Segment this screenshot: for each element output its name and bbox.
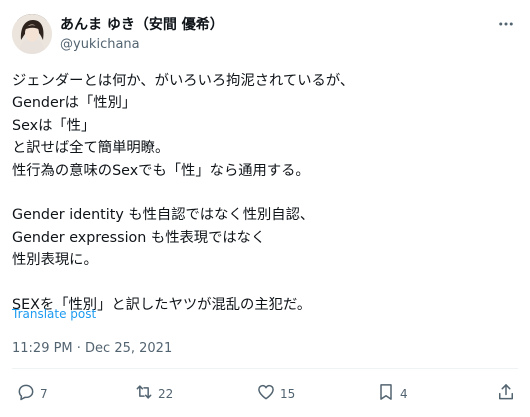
tweet-line: Genderは「性別」: [12, 95, 137, 112]
repost-count: 22: [158, 387, 174, 401]
tweet-line: ジェンダーとは何か、がいろいろ拘泥されているが、: [12, 73, 355, 89]
repost-icon: [134, 382, 154, 406]
reply-icon: [16, 382, 36, 406]
like-button[interactable]: 15: [256, 380, 295, 408]
share-button[interactable]: [496, 380, 516, 408]
tweet-line: 性別表現に。: [12, 252, 98, 269]
avatar[interactable]: [12, 14, 52, 54]
heart-icon: [256, 382, 276, 406]
tweet-line: Sexは「性」: [12, 117, 96, 134]
tweet-header: あんま ゆき（安間 優希） @yukichana: [12, 14, 518, 58]
like-count: 15: [280, 387, 296, 401]
translate-post-link[interactable]: Translate post: [12, 306, 96, 322]
tweet-text: ジェンダーとは何か、がいろいろ拘泥されているが、 Genderは「性別」 Sex…: [12, 70, 518, 316]
action-bar: 7 22 15 4: [12, 380, 518, 408]
user-handle[interactable]: @yukichana: [60, 36, 140, 54]
divider: [12, 368, 518, 369]
tweet-timestamp[interactable]: 11:29 PM · Dec 25, 2021: [12, 340, 172, 358]
tweet-line: Gender expression も性表現ではなく: [12, 229, 266, 246]
bookmark-button[interactable]: 4: [376, 380, 408, 408]
bookmark-count: 4: [400, 387, 408, 401]
bookmark-icon: [376, 382, 396, 406]
more-button[interactable]: [494, 14, 518, 38]
tweet-line: 性行為の意味のSexでも「性」なら通用する。: [12, 162, 310, 179]
reply-button[interactable]: 7: [16, 380, 48, 408]
repost-button[interactable]: 22: [134, 380, 173, 408]
display-name[interactable]: あんま ゆき（安間 優希）: [60, 16, 224, 34]
tweet-line: と訳せば全て簡単明瞭。: [12, 140, 170, 157]
more-horizontal-icon: [497, 15, 515, 37]
reply-count: 7: [40, 387, 48, 401]
tweet-line: Gender identity も性自認ではなく性別自認、: [12, 207, 315, 224]
share-icon: [496, 382, 516, 406]
